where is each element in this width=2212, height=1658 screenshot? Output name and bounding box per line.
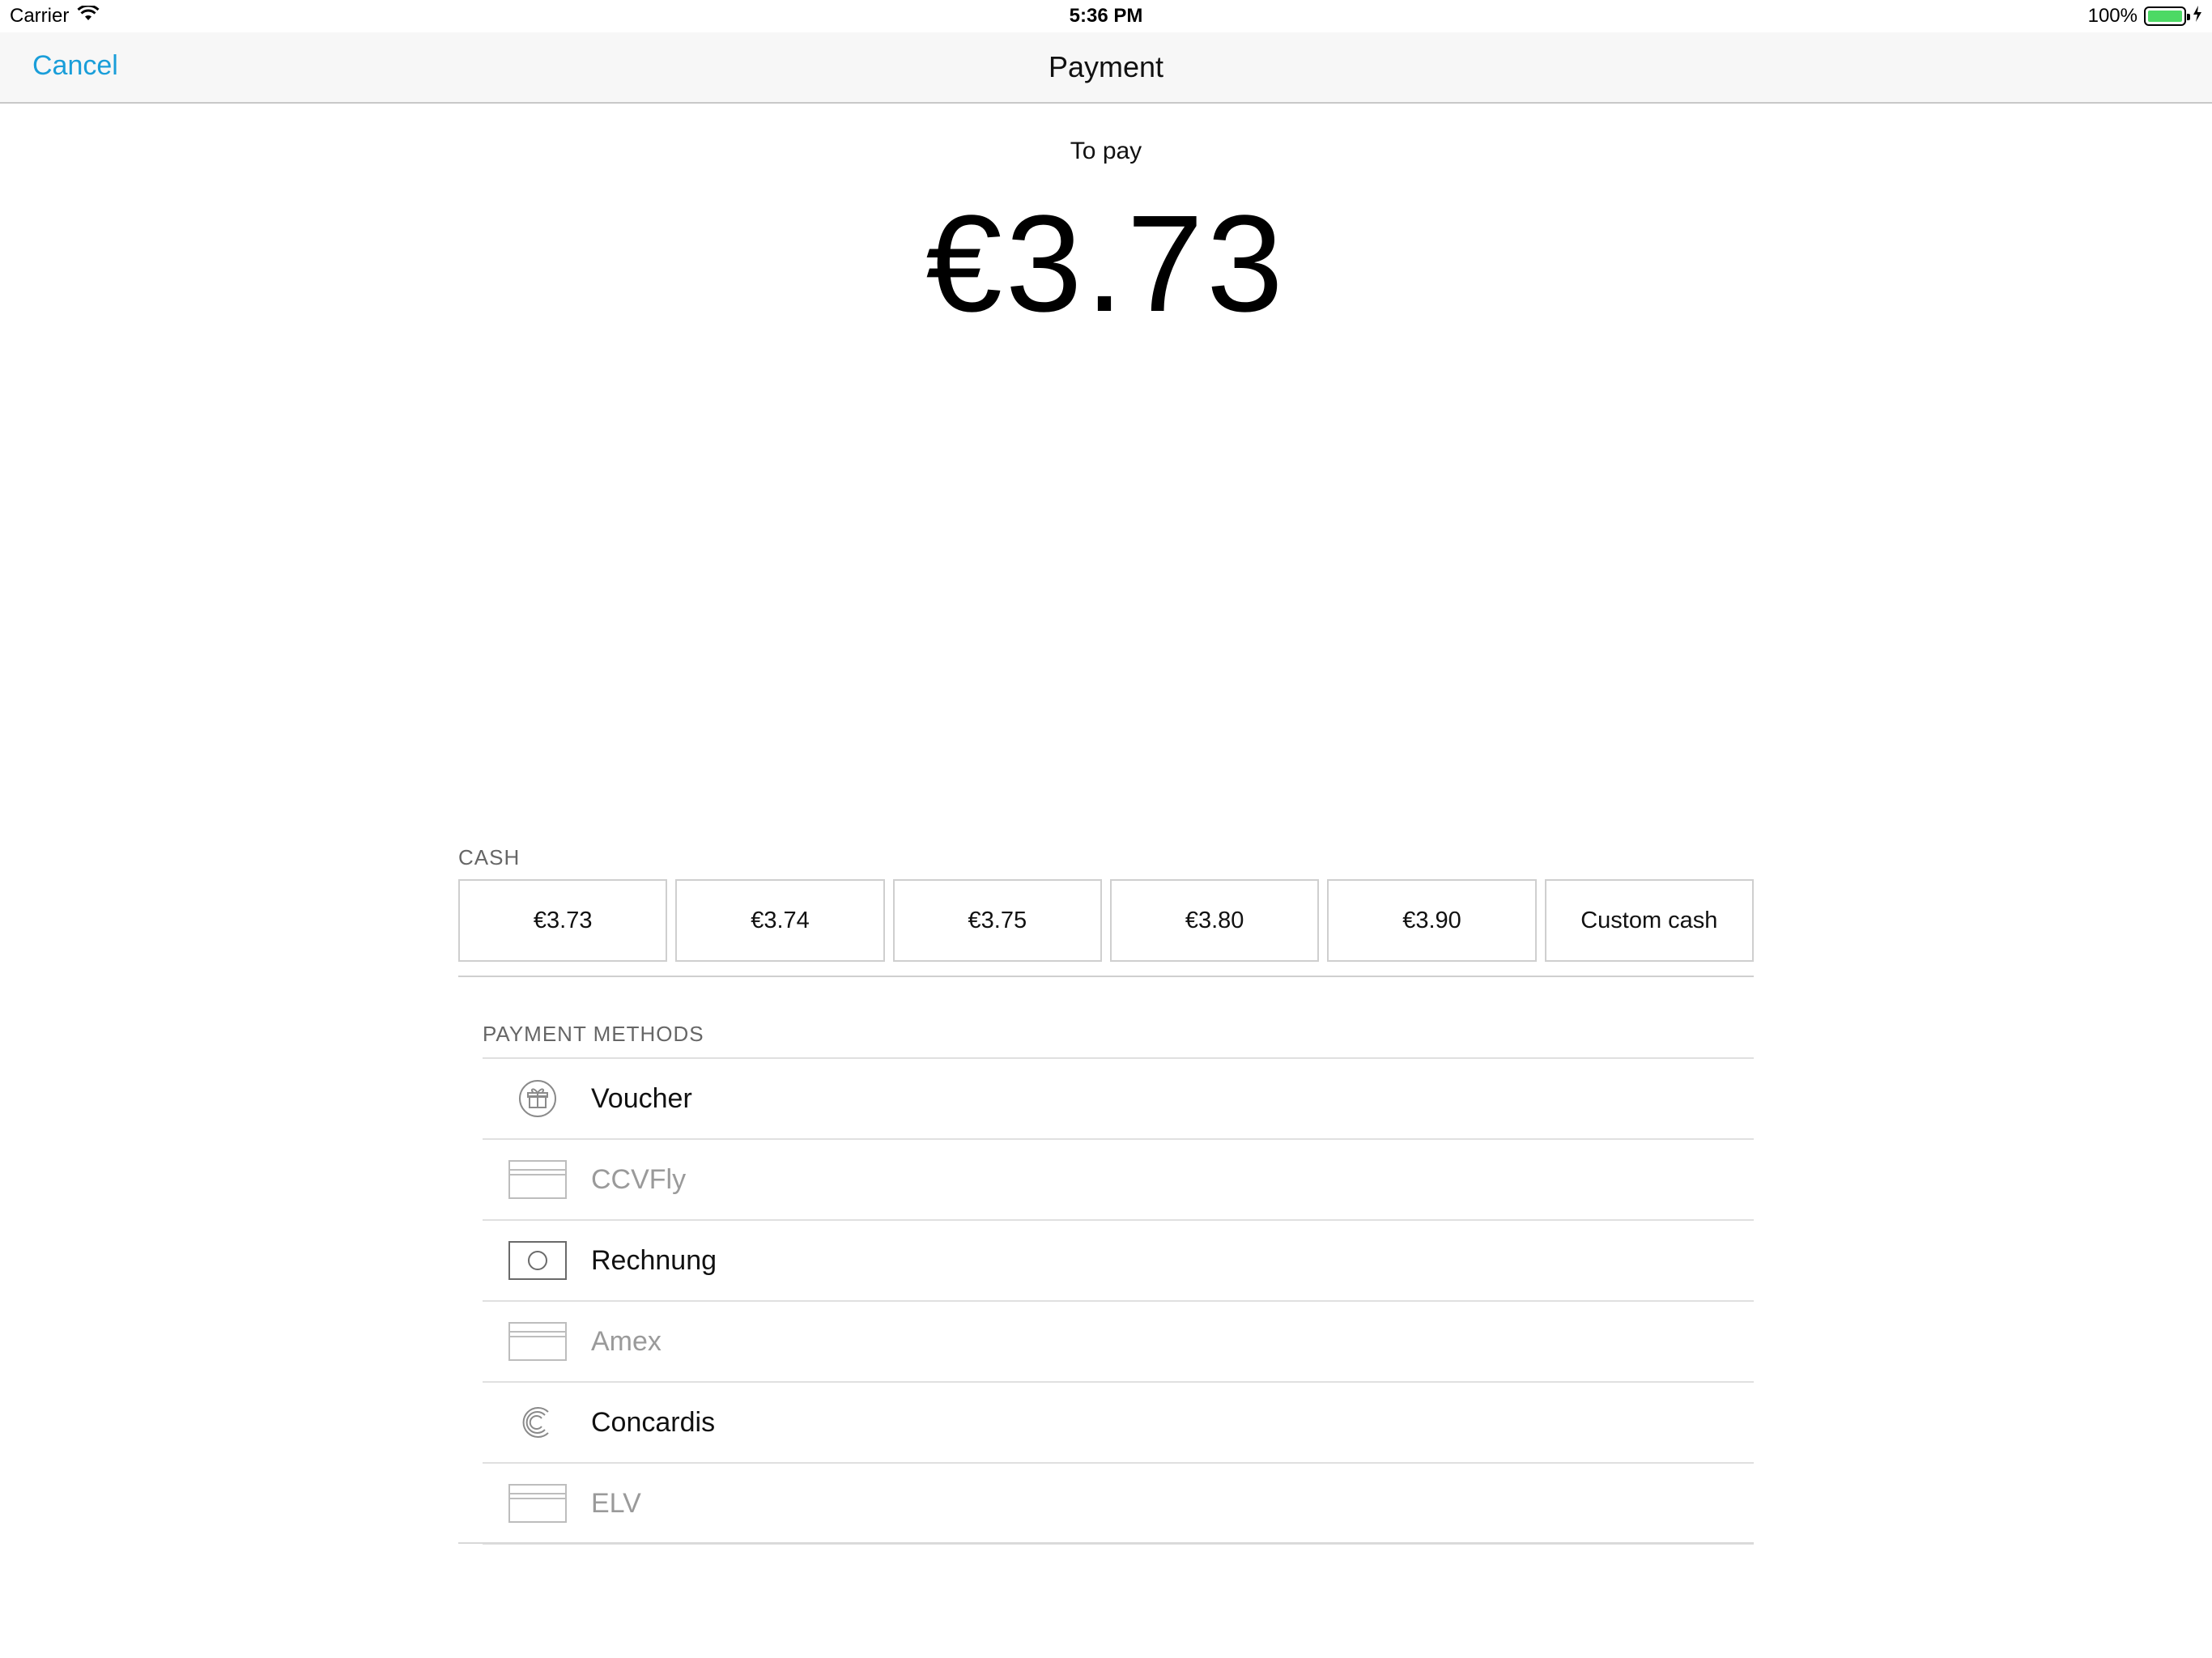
amount-due: €3.73 <box>925 187 1287 341</box>
battery-fill <box>2148 11 2182 22</box>
payment-method-rechnung[interactable]: Rechnung <box>483 1221 1754 1302</box>
custom-cash-button[interactable]: Custom cash <box>1544 879 1754 962</box>
gift-icon <box>508 1078 567 1119</box>
payment-method-label: Concardis <box>591 1406 716 1438</box>
cash-section-label: CASH <box>458 845 521 869</box>
page-title: Payment <box>1048 50 1164 83</box>
card-icon <box>508 1159 567 1200</box>
concardis-logo-icon <box>508 1402 567 1443</box>
cash-amount-button[interactable]: €3.75 <box>892 879 1102 962</box>
section-divider <box>458 1542 1754 1544</box>
payment-methods-label: PAYMENT METHODS <box>483 1022 704 1046</box>
payment-method-concardis[interactable]: Concardis <box>483 1383 1754 1464</box>
payment-method-label: Amex <box>591 1325 661 1357</box>
payment-method-label: CCVFly <box>591 1163 687 1195</box>
payment-methods-list: Voucher CCVFly Rechnung Amex Concardis E… <box>483 1057 1754 1545</box>
payment-method-label: ELV <box>591 1487 641 1519</box>
cash-button-row: €3.73 €3.74 €3.75 €3.80 €3.90 Custom cas… <box>458 879 1754 962</box>
cash-note-icon <box>508 1240 567 1281</box>
cash-amount-button[interactable]: €3.73 <box>458 879 668 962</box>
card-icon <box>508 1321 567 1362</box>
charging-icon <box>2193 5 2202 28</box>
payment-method-label: Voucher <box>591 1082 692 1114</box>
cash-amount-button[interactable]: €3.90 <box>1327 879 1537 962</box>
navigation-bar: Cancel Payment <box>0 32 2212 104</box>
section-divider <box>458 976 1754 977</box>
battery-indicator: 100% <box>2088 5 2202 28</box>
cash-amount-button[interactable]: €3.80 <box>1109 879 1320 962</box>
payment-method-voucher[interactable]: Voucher <box>483 1059 1754 1140</box>
card-icon <box>508 1483 567 1524</box>
payment-method-amex[interactable]: Amex <box>483 1302 1754 1383</box>
to-pay-label: To pay <box>1070 138 1142 164</box>
payment-method-ccvfly[interactable]: CCVFly <box>483 1140 1754 1221</box>
payment-method-label: Rechnung <box>591 1244 717 1276</box>
battery-icon <box>2144 6 2190 26</box>
battery-percent: 100% <box>2087 5 2138 27</box>
status-bar: Carrier 5:36 PM 100% <box>0 0 2212 32</box>
payment-method-elv[interactable]: ELV <box>483 1464 1754 1545</box>
cash-amount-button[interactable]: €3.74 <box>675 879 885 962</box>
status-time: 5:36 PM <box>1069 5 1143 27</box>
